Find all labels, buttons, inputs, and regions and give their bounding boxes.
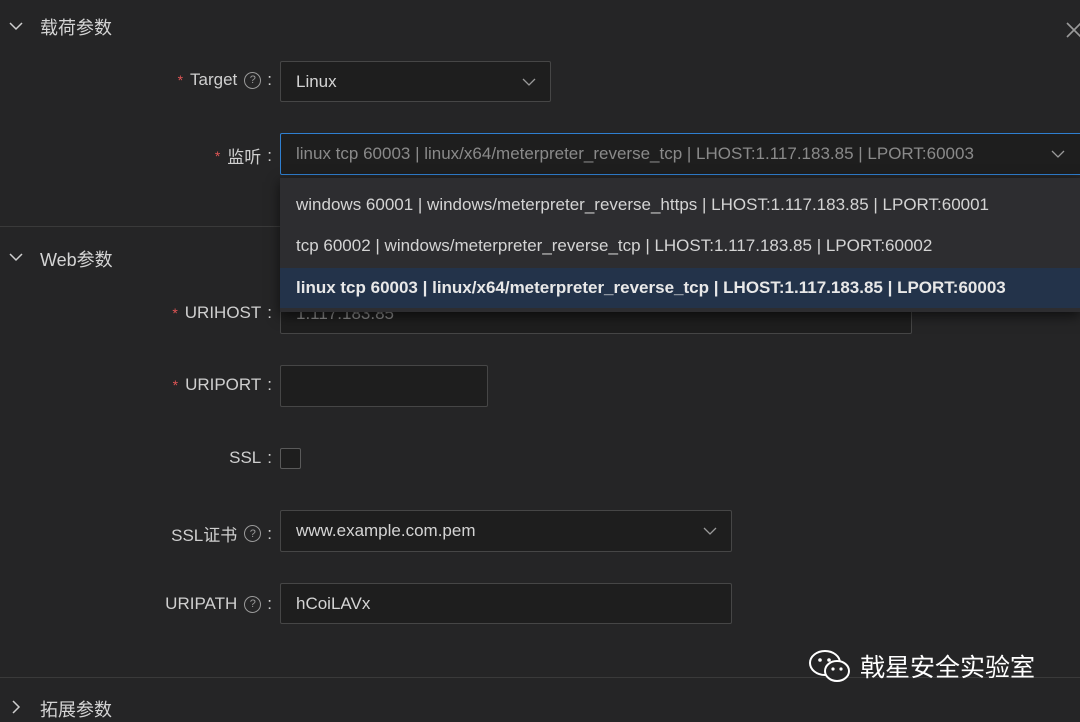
chevron-down-icon <box>1051 150 1065 158</box>
listener-label-text: 监听 <box>227 148 262 167</box>
watermark-text: 戟星安全实验室 <box>860 654 1036 682</box>
question-circle-icon[interactable]: ? <box>244 71 262 89</box>
required-marker: * <box>177 72 184 88</box>
ssl-checkbox[interactable] <box>280 448 301 469</box>
listener-dropdown: windows 60001 | windows/meterpreter_reve… <box>280 178 1080 312</box>
listener-select-value: linux tcp 60003 | linux/x64/meterpreter_… <box>296 144 974 163</box>
uripath-input[interactable]: hCoiLAVx <box>280 583 732 624</box>
watermark: 戟星安全实验室 <box>808 648 1035 684</box>
ssl-label: SSL : <box>229 448 272 467</box>
urihost-label: * URIHOST : <box>172 303 272 322</box>
ssl-cert-label-text: SSL证书 <box>171 526 238 545</box>
ssl-cert-label: SSL证书 ? : <box>171 521 272 546</box>
required-marker: * <box>172 377 179 393</box>
chevron-down-icon <box>522 78 536 86</box>
dropdown-option[interactable]: tcp 60002 | windows/meterpreter_reverse_… <box>280 226 1080 266</box>
section-title-payload: 载荷参数 <box>40 18 112 38</box>
target-label-text: Target <box>190 70 238 89</box>
urihost-label-text: URIHOST <box>184 303 262 322</box>
ssl-cert-select-value: www.example.com.pem <box>296 521 476 540</box>
ssl-cert-select[interactable]: www.example.com.pem <box>280 510 732 552</box>
required-marker: * <box>214 147 221 164</box>
required-marker: * <box>172 305 178 321</box>
chevron-down-icon <box>703 527 717 535</box>
section-title-extended: 拓展参数 <box>40 700 112 720</box>
close-icon[interactable] <box>1064 20 1080 40</box>
uriport-label: * URIPORT : <box>172 375 272 394</box>
question-circle-icon[interactable]: ? <box>244 595 262 613</box>
uriport-label-text: URIPORT <box>185 375 262 394</box>
uripath-input-value: hCoiLAVx <box>296 593 371 613</box>
section-title-web: Web参数 <box>40 250 113 270</box>
uriport-input[interactable] <box>280 365 488 407</box>
question-circle-icon[interactable]: ? <box>244 525 262 542</box>
chevron-right-icon <box>12 700 21 714</box>
uripath-label-text: URIPATH <box>165 594 238 613</box>
chevron-down-icon <box>9 22 23 31</box>
listener-select[interactable]: linux tcp 60003 | linux/x64/meterpreter_… <box>280 133 1080 175</box>
dropdown-option[interactable]: windows 60001 | windows/meterpreter_reve… <box>280 185 1080 225</box>
ssl-label-text: SSL <box>229 448 262 467</box>
wechat-icon <box>809 650 850 682</box>
target-label: * Target ? : <box>177 70 272 89</box>
dropdown-option-selected[interactable]: linux tcp 60003 | linux/x64/meterpreter_… <box>280 268 1080 308</box>
chevron-down-icon <box>9 253 23 262</box>
uripath-label: URIPATH ? : <box>165 594 272 613</box>
target-select-value: Linux <box>296 71 337 91</box>
target-select[interactable]: Linux <box>280 61 551 102</box>
listener-label: * 监听 : <box>215 143 272 168</box>
